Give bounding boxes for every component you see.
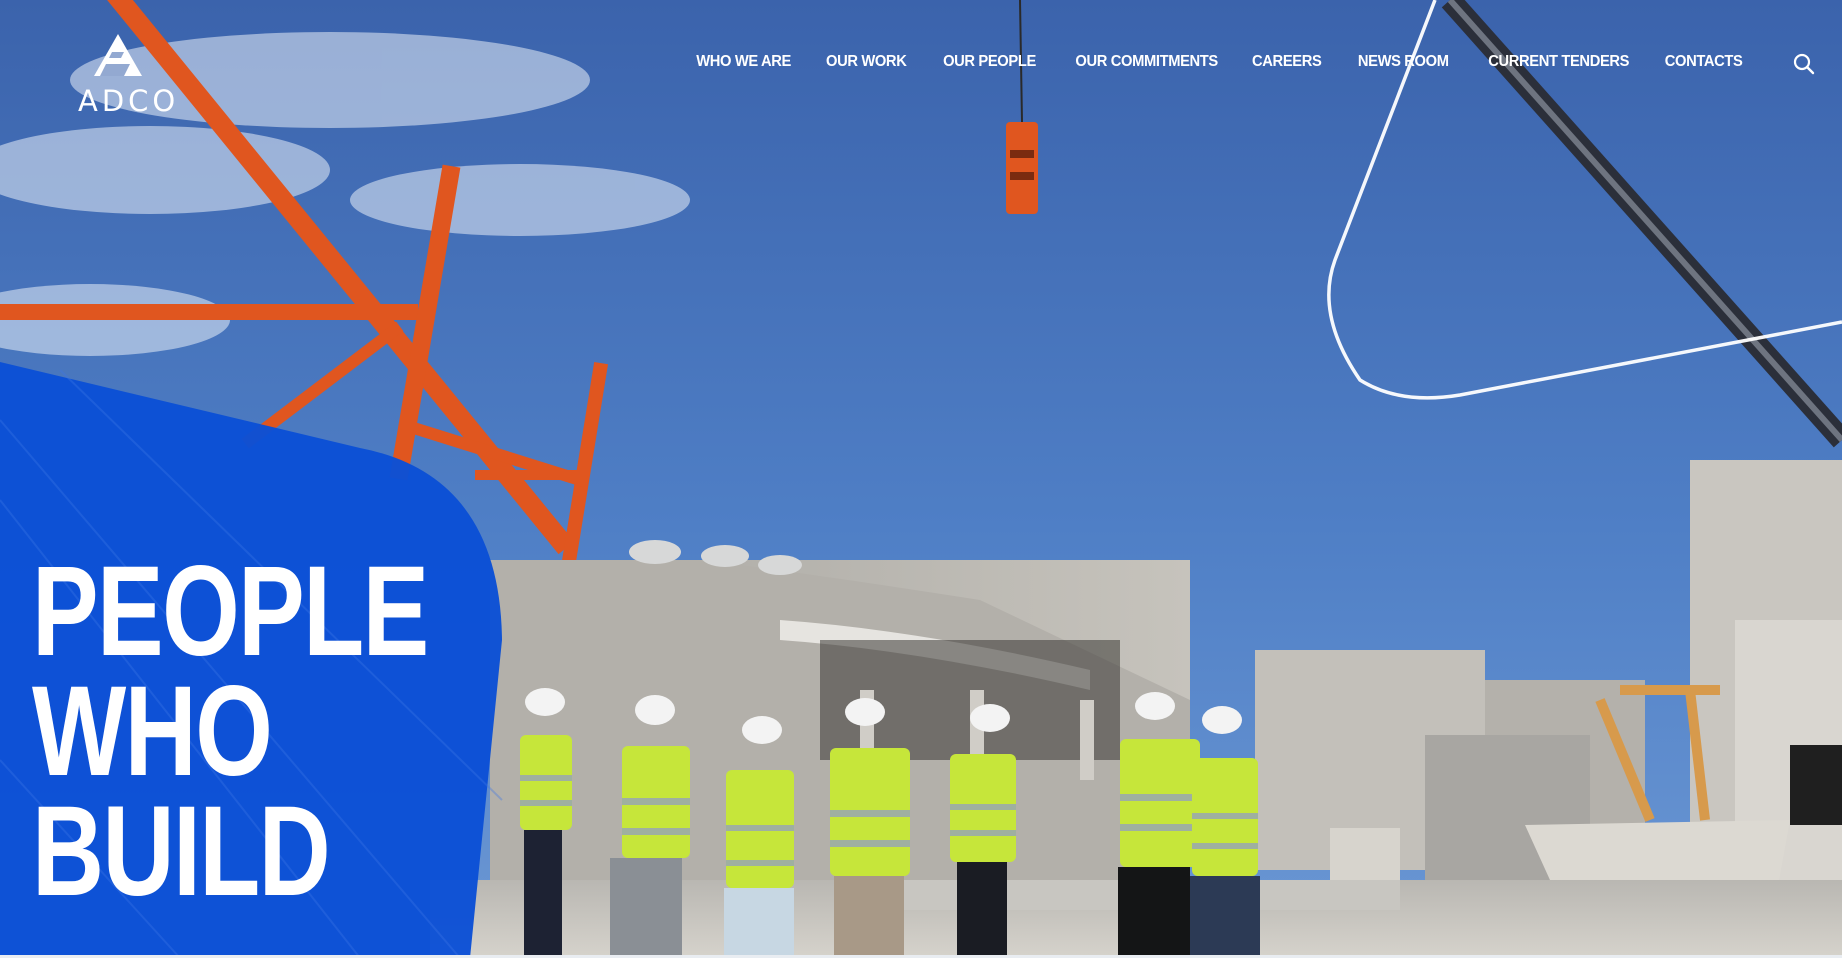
nav-item-our-commitments[interactable]: OUR COMMITMENTS — [1076, 53, 1219, 71]
adco-triangle-icon — [94, 34, 142, 76]
headline-line-3: BUILD — [32, 780, 331, 923]
logo-wordmark: ADCO — [78, 84, 180, 118]
main-navigation: WHO WE ARE OUR WORK OUR PEOPLE OUR COMMI… — [660, 53, 1742, 71]
nav-item-careers[interactable]: CAREERS — [1252, 53, 1322, 71]
nav-item-current-tenders[interactable]: CURRENT TENDERS — [1489, 53, 1630, 71]
nav-item-our-people[interactable]: OUR PEOPLE — [943, 53, 1036, 71]
headline-line-1: PEOPLE — [32, 540, 429, 683]
hero-headline: PEOPLE WHO BUILD — [32, 540, 429, 923]
nav-item-news-room[interactable]: NEWS ROOM — [1358, 53, 1449, 71]
search-icon — [1793, 53, 1815, 75]
nav-item-who-we-are[interactable]: WHO WE ARE — [696, 53, 791, 71]
search-button[interactable] — [1792, 52, 1816, 76]
nav-item-our-work[interactable]: OUR WORK — [826, 53, 907, 71]
headline-line-2: WHO — [32, 660, 273, 803]
hero-section: ADCO WHO WE ARE OUR WORK OUR PEOPLE OUR … — [0, 0, 1842, 958]
adco-logo[interactable]: ADCO — [78, 34, 180, 120]
nav-item-contacts[interactable]: CONTACTS — [1664, 53, 1742, 71]
